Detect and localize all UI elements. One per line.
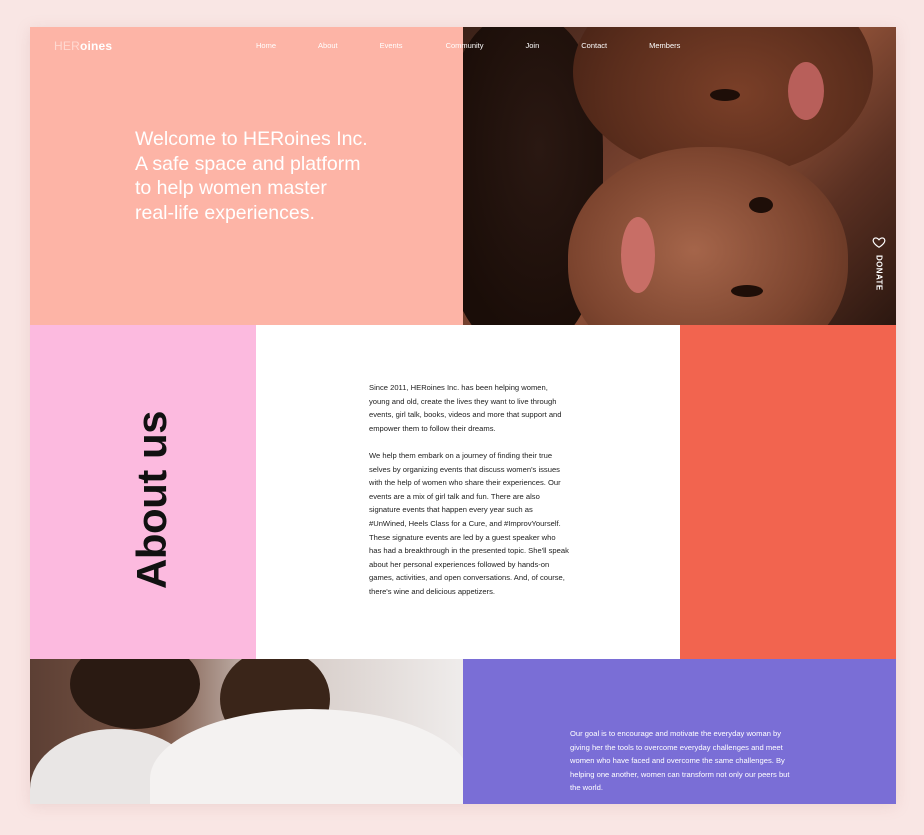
nav-item-home[interactable]: Home <box>256 41 276 50</box>
nav-item-join[interactable]: Join <box>526 41 540 50</box>
about-body: Since 2011, HERoines Inc. has been helpi… <box>369 381 569 612</box>
color-block <box>680 325 896 659</box>
photo-detail <box>731 285 763 297</box>
donate-label: DONATE <box>874 255 884 291</box>
about-title-text: About us <box>128 411 175 589</box>
photo-detail <box>749 197 773 213</box>
hero-line: real-life experiences. <box>135 201 315 224</box>
hero-line: Welcome to HERoines Inc. <box>135 128 368 150</box>
about-paragraph: Since 2011, HERoines Inc. has been helpi… <box>369 383 562 433</box>
about-title-panel: About us <box>30 325 256 659</box>
hero-photo: DONATE <box>463 27 896 325</box>
women-photo <box>30 659 463 804</box>
photo-detail <box>150 709 463 804</box>
about-paragraph: We help them embark on a journey of find… <box>369 450 569 596</box>
hero-line: to help women master <box>135 177 327 199</box>
photo-detail <box>710 89 740 101</box>
about-title: About us <box>128 405 175 595</box>
goal-text: Our goal is to encourage and motivate th… <box>570 729 790 793</box>
photo-detail <box>788 62 824 120</box>
logo-rest: oines <box>79 39 113 53</box>
goal-panel: Our goal is to encourage and motivate th… <box>463 659 896 804</box>
hero-panel: HERoines Welcome to HERoines Inc. A safe… <box>30 27 463 325</box>
heart-icon <box>872 237 886 248</box>
site-logo[interactable]: HERoines <box>54 39 112 53</box>
nav-item-members[interactable]: Members <box>649 41 680 50</box>
main-nav: Home About Events Community Join Contact… <box>256 41 680 50</box>
nav-item-community[interactable]: Community <box>446 41 484 50</box>
nav-item-about[interactable]: About <box>318 41 338 50</box>
donate-button[interactable]: DONATE <box>868 235 890 291</box>
nav-item-contact[interactable]: Contact <box>581 41 607 50</box>
photo-detail <box>621 217 655 293</box>
photo-detail <box>70 659 200 729</box>
nav-item-events[interactable]: Events <box>380 41 403 50</box>
about-text-panel: Since 2011, HERoines Inc. has been helpi… <box>256 325 680 659</box>
hero-line: A safe space and platform <box>135 152 361 175</box>
hero-headline: Welcome to HERoines Inc. A safe space an… <box>135 127 435 225</box>
website-page: HERoines Welcome to HERoines Inc. A safe… <box>30 27 896 804</box>
photo-face-bottom <box>568 147 848 325</box>
logo-accent: HER <box>54 39 80 53</box>
